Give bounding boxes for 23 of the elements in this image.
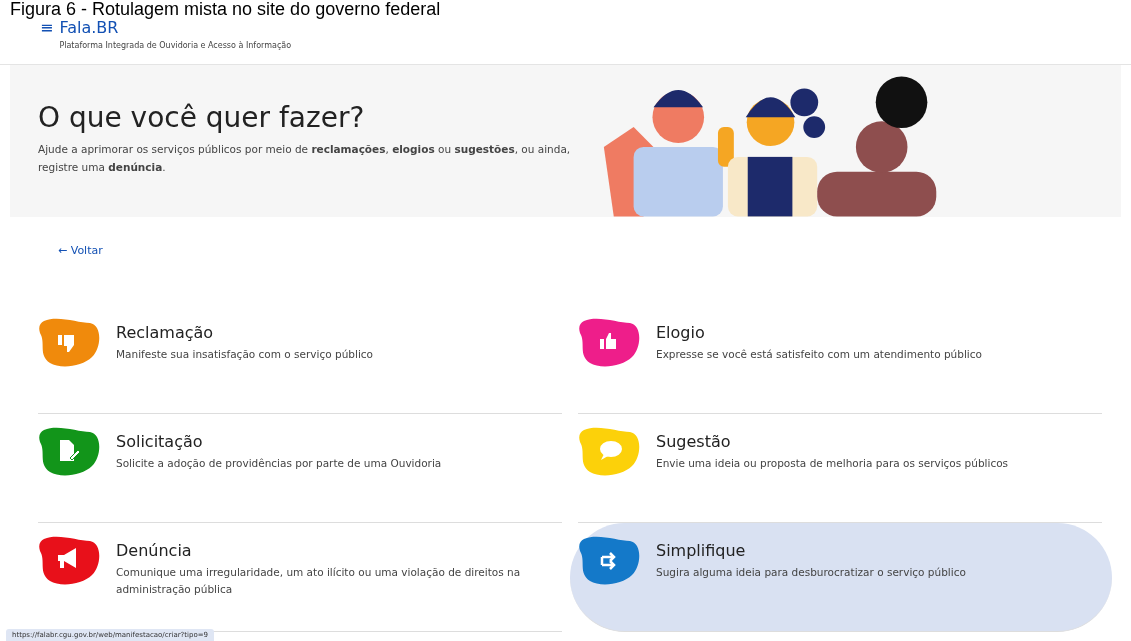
option-description: Expresse se você está satisfeito com um atendimento público (656, 347, 982, 362)
option-title: Denúncia (116, 541, 193, 560)
option-title: Elogio (656, 323, 706, 342)
option-description: Comunique uma irregularidade, um ato ilícito ou uma violação de direitos na administração pública (116, 565, 522, 597)
intro-text: Ajude a aprimorar os serviços públicos por meio de reclamações, elogios ou sugestões, ou ainda, registre uma denúncia. (38, 142, 572, 175)
figure-caption: Figura 6 - Rotulagem mista no site do governo federal (9, 0, 442, 18)
site-logo[interactable]: Fala.BR (59, 18, 119, 38)
back-link[interactable]: ← Voltar (58, 244, 103, 257)
option-title: Reclamação (116, 323, 215, 342)
option-item[interactable]: Simplifique Sugira alguma ideia para desburocratizar o serviço público (570, 523, 1112, 632)
option-description: Manifeste sua insatisfação com o serviço público (116, 347, 374, 362)
option-description: Sugira alguma ideia para desburocratizar o serviço público (656, 565, 966, 580)
option-item[interactable]: Solicitação Solicite a adoção de providências por parte de uma Ouvidoria (38, 414, 562, 523)
site-subtitle: Plataforma Integrada de Ouvidoria e Acesso à Informação (59, 41, 292, 50)
option-title: Sugestão (656, 432, 732, 451)
option-description: Solicite a adoção de providências por parte de uma Ouvidoria (116, 456, 442, 471)
menu-icon[interactable]: ≡ (40, 18, 54, 38)
option-description: Envie uma ideia ou proposta de melhoria para os serviços públicos (656, 456, 1009, 471)
option-item[interactable]: Reclamação Manifeste sua insatisfação com o serviço público (38, 305, 562, 414)
option-title: Solicitação (116, 432, 204, 451)
option-title: Simplifique (656, 541, 747, 560)
option-item[interactable]: Elogio Expresse se você está satisfeito com um atendimento público (578, 305, 1102, 414)
page-title: O que você quer fazer? (38, 101, 366, 134)
